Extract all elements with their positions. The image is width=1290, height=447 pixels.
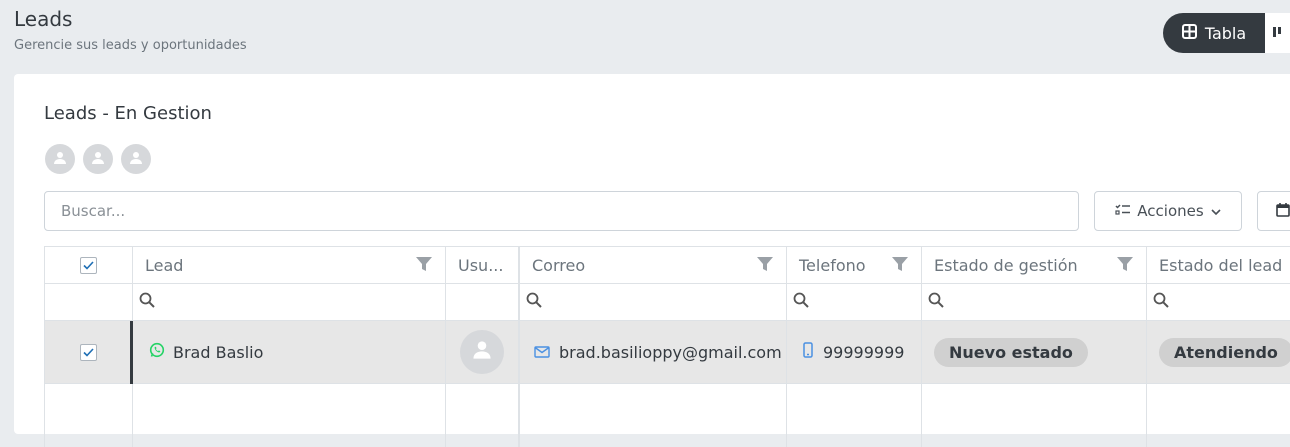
estado-lead-cell[interactable]: Atendiendo <box>1147 321 1290 384</box>
filter-icon[interactable] <box>891 255 909 277</box>
empty-cell <box>922 384 1147 447</box>
search-icon <box>1147 292 1169 312</box>
table-view-label: Tabla <box>1204 23 1247 43</box>
actions-label: Acciones <box>1137 202 1204 220</box>
column-header-usuario[interactable]: Usu... <box>446 247 519 284</box>
phone-icon <box>803 342 813 362</box>
avatar[interactable] <box>460 330 504 374</box>
empty-cell <box>519 384 787 447</box>
search-icon <box>133 292 155 312</box>
filter-icon[interactable] <box>415 255 433 277</box>
avatar[interactable] <box>121 144 151 174</box>
lead-phone: 99999999 <box>823 342 905 362</box>
search-icon <box>922 292 944 312</box>
column-header-label: Lead <box>145 255 184 275</box>
user-icon <box>129 150 143 169</box>
card-title: Leads - En Gestion <box>44 103 212 124</box>
user-icon <box>53 150 67 169</box>
user-icon <box>472 340 492 364</box>
row-select-cell <box>45 321 133 384</box>
filter-icon[interactable] <box>756 255 774 277</box>
empty-cell <box>1147 384 1290 447</box>
empty-cell <box>133 384 446 447</box>
calendar-icon <box>1276 202 1290 221</box>
empty-cell <box>446 384 519 447</box>
empty-cell <box>787 384 922 447</box>
kanban-icon <box>1273 24 1283 43</box>
avatar[interactable] <box>45 144 75 174</box>
filter-cell-correo[interactable] <box>519 284 787 321</box>
lead-name: Brad Baslio <box>173 342 264 362</box>
empty-cell <box>45 384 133 447</box>
row-checkbox[interactable] <box>80 343 97 361</box>
table-row[interactable]: Brad Baslio brad.basilioppy@gmail.com 99… <box>45 321 1290 384</box>
column-header-lead[interactable]: Lead <box>133 247 446 284</box>
page-subtitle: Gerencie sus leads y oportunidades <box>14 38 247 53</box>
table-icon <box>1181 23 1197 43</box>
assigned-users <box>45 144 151 174</box>
user-icon <box>91 150 105 169</box>
lead-email: brad.basilioppy@gmail.com <box>559 342 782 362</box>
table-view-button[interactable]: Tabla <box>1163 13 1265 53</box>
filter-cell-estado-gestion[interactable] <box>922 284 1147 321</box>
search-icon <box>787 292 809 312</box>
column-header-label: Estado de gestión <box>934 255 1078 275</box>
filter-icon[interactable] <box>1116 255 1134 277</box>
column-header-label: Estado del lead <box>1159 255 1283 275</box>
search-input[interactable] <box>44 191 1079 231</box>
chevron-down-icon <box>1211 202 1221 220</box>
table-row <box>45 384 1290 447</box>
whatsapp-icon <box>149 342 165 362</box>
status-badge: Atendiendo <box>1159 337 1290 367</box>
actions-dropdown-button[interactable]: Acciones <box>1094 191 1242 231</box>
kanban-view-button[interactable] <box>1265 13 1290 53</box>
lead-cell[interactable]: Brad Baslio <box>133 321 446 384</box>
filter-cell-empty <box>45 284 133 321</box>
leads-card: Leads - En Gestion Acciones Lead <box>14 74 1290 447</box>
filter-cell-estado-lead[interactable] <box>1147 284 1290 321</box>
status-badge: Nuevo estado <box>934 337 1088 367</box>
search-icon <box>520 292 542 312</box>
column-header-label: Telefono <box>799 255 866 275</box>
column-header-telefono[interactable]: Telefono <box>787 247 922 284</box>
column-header-label: Usu... <box>458 255 504 275</box>
column-header-estado-lead[interactable]: Estado del lead <box>1147 247 1290 284</box>
filter-cell-lead[interactable] <box>133 284 446 321</box>
checklist-icon <box>1115 202 1131 220</box>
filter-cell-usuario <box>446 284 519 321</box>
correo-cell[interactable]: brad.basilioppy@gmail.com <box>519 321 787 384</box>
telefono-cell[interactable]: 99999999 <box>787 321 922 384</box>
filter-cell-telefono[interactable] <box>787 284 922 321</box>
estado-gestion-cell[interactable]: Nuevo estado <box>922 321 1147 384</box>
date-filter-button[interactable] <box>1257 191 1290 231</box>
column-header-estado-gestion[interactable]: Estado de gestión <box>922 247 1147 284</box>
table-header-row: Lead Usu... Correo Telefono Estado de ge… <box>45 247 1290 284</box>
column-header-label: Correo <box>532 255 586 275</box>
usuario-cell <box>446 321 519 384</box>
view-toggle: Tabla <box>1163 13 1290 53</box>
column-header-correo[interactable]: Correo <box>519 247 787 284</box>
table-filter-row <box>45 284 1290 321</box>
mail-icon <box>534 343 550 362</box>
leads-table: Lead Usu... Correo Telefono Estado de ge… <box>44 246 1290 447</box>
page-title: Leads <box>14 7 73 31</box>
avatar[interactable] <box>83 144 113 174</box>
select-all-checkbox[interactable] <box>80 256 97 274</box>
header-select-all <box>45 247 133 284</box>
